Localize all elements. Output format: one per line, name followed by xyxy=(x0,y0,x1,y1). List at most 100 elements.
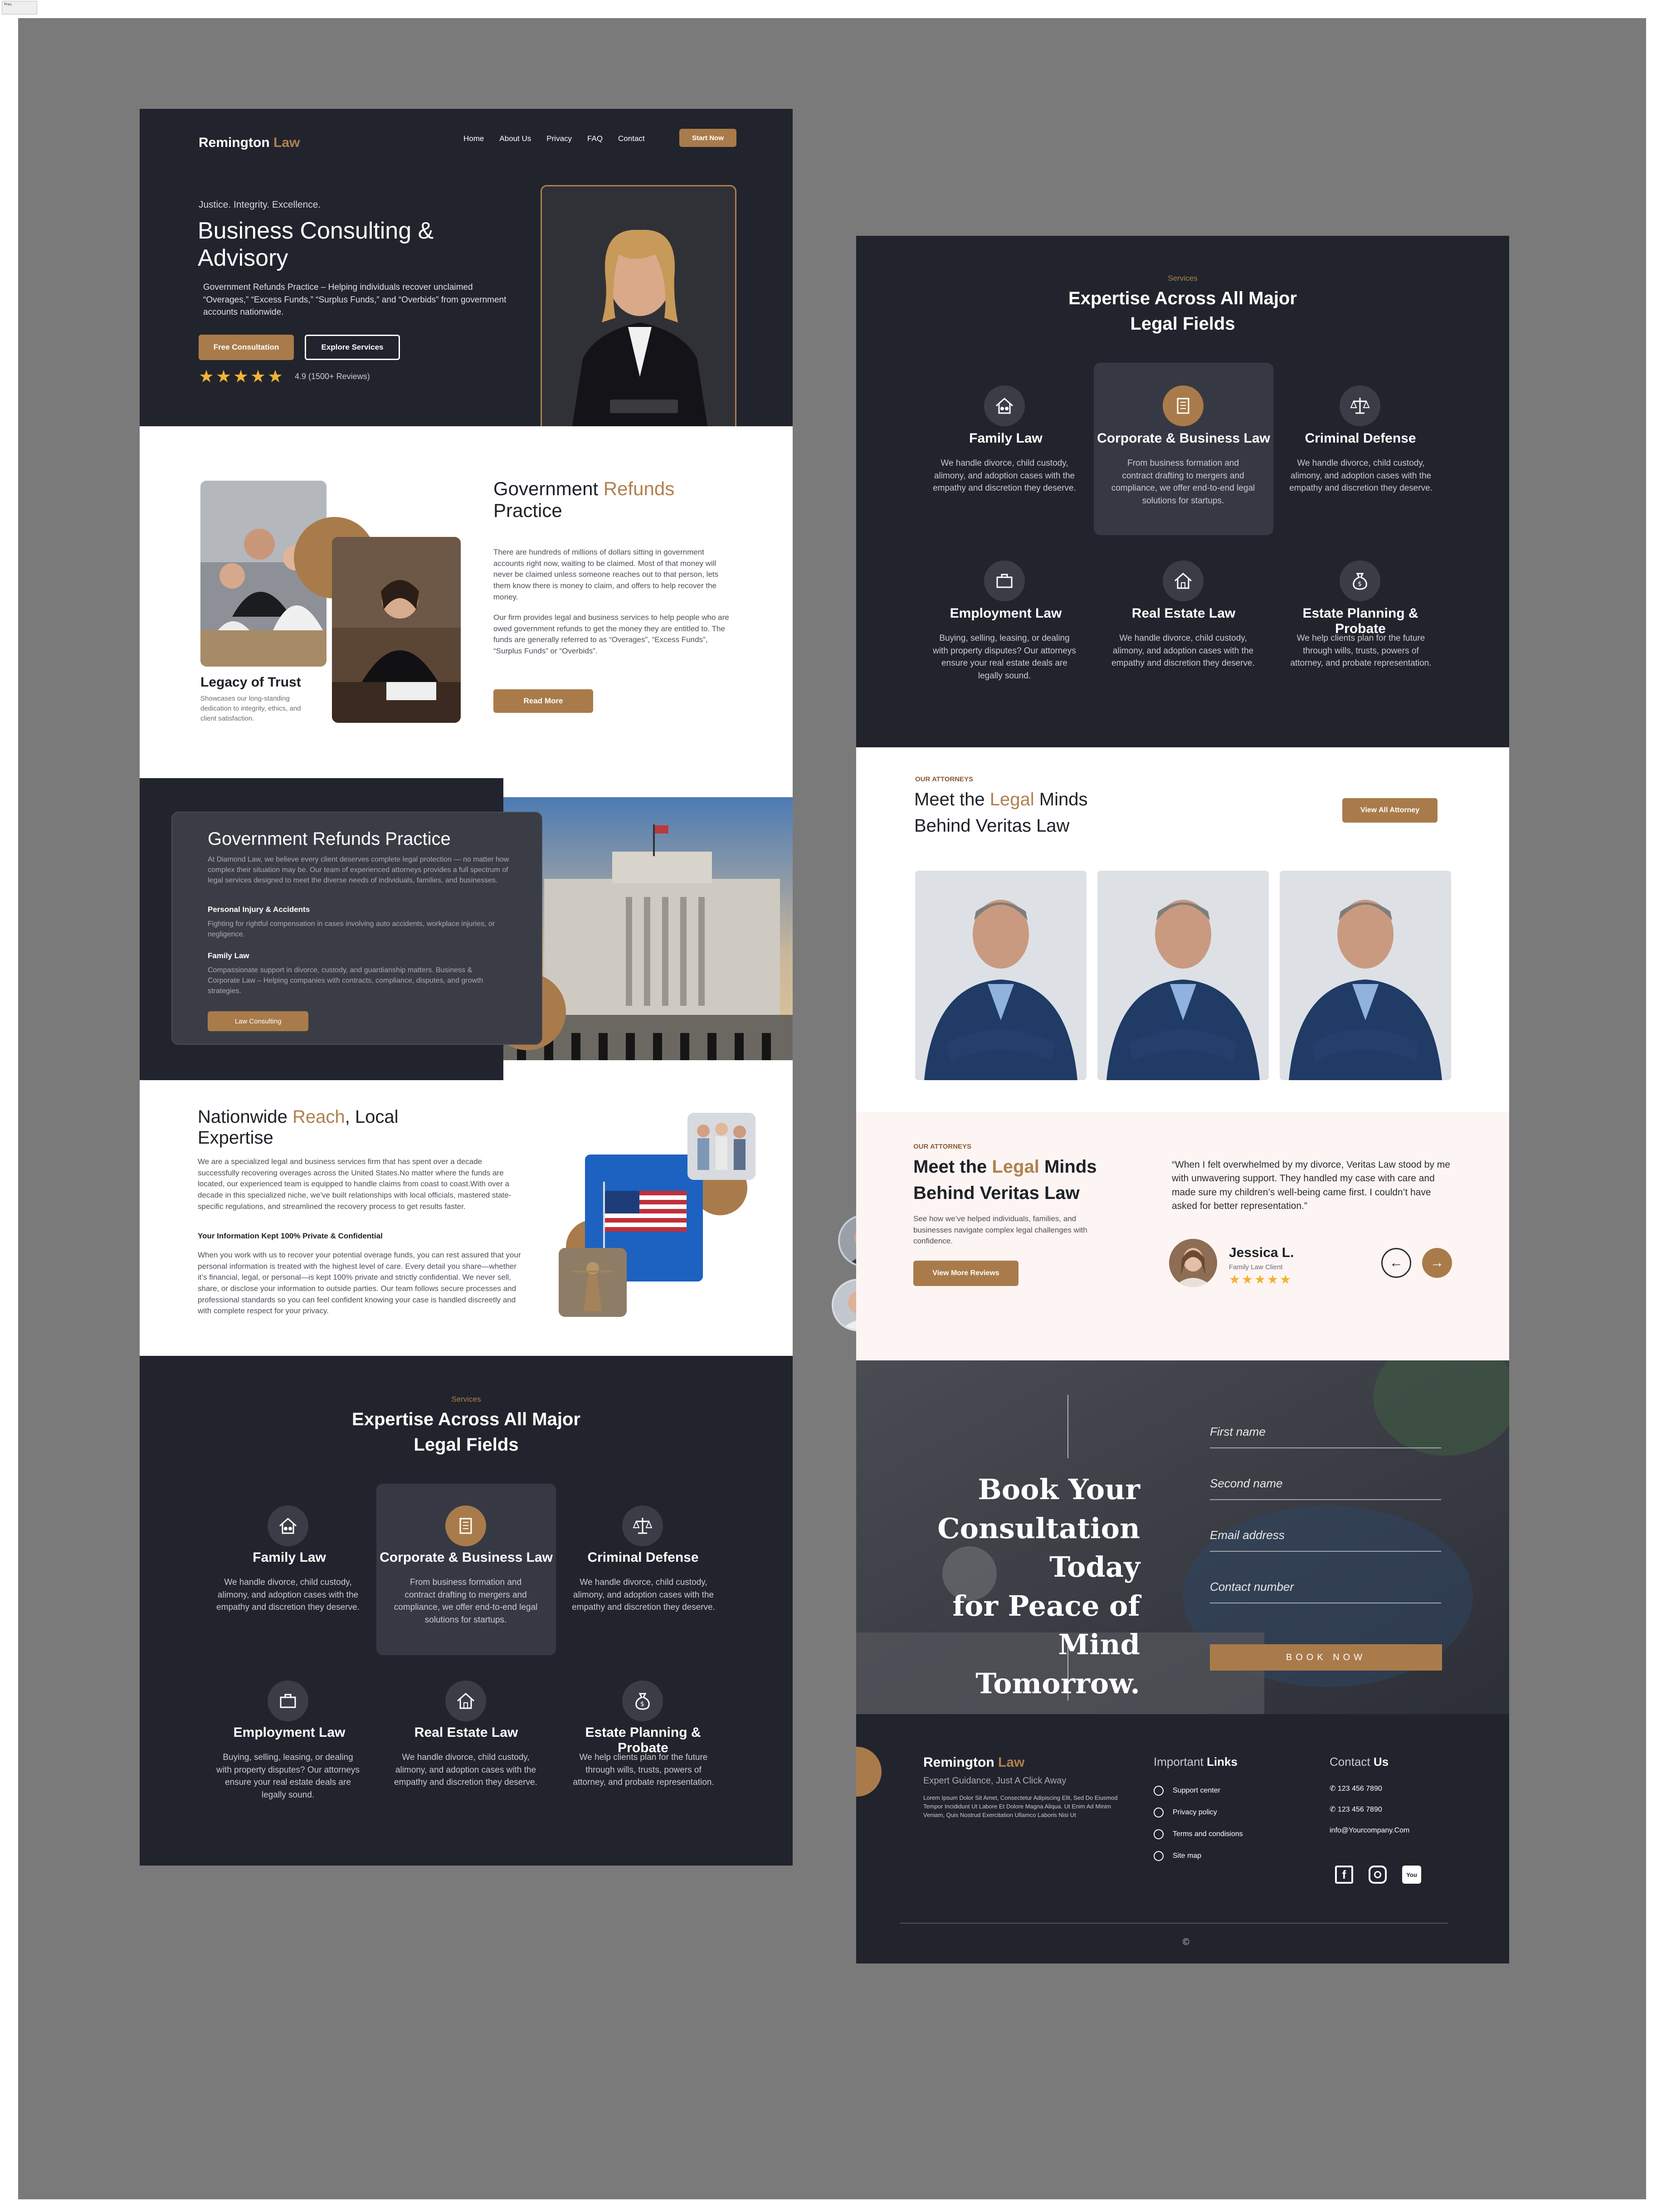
next-arrow-icon[interactable]: → xyxy=(1422,1248,1452,1278)
attorneys-title: Meet the Legal Minds Behind Veritas Law xyxy=(914,786,1087,839)
prev-arrow-icon[interactable]: ← xyxy=(1381,1248,1411,1278)
footer-email[interactable]: info@Yourcompany.Com xyxy=(1330,1827,1409,1835)
practice-title: Government Refunds Practice xyxy=(493,478,765,522)
view-all-attorney-button[interactable]: View All Attorney xyxy=(1342,798,1438,823)
read-more-button[interactable]: Read More xyxy=(493,689,593,713)
scales-icon xyxy=(1340,385,1380,426)
footer-links-title-bold: Links xyxy=(1207,1755,1238,1769)
refunds-card: Government Refunds Practice At Diamond L… xyxy=(171,812,542,1045)
view-more-reviews-button[interactable]: View More Reviews xyxy=(913,1261,1019,1286)
footer-links-title: Important Links xyxy=(1154,1755,1238,1769)
main-nav: Home About Us Privacy FAQ Contact xyxy=(463,134,645,143)
star-icon: ★ xyxy=(1280,1272,1291,1286)
check-circle-icon xyxy=(1154,1851,1164,1861)
family-house-icon xyxy=(984,385,1025,426)
booking-title-line: Consultation Today xyxy=(937,1511,1140,1584)
footer-logo-second: Law xyxy=(998,1755,1025,1770)
family-house-icon xyxy=(268,1506,308,1546)
youtube-icon[interactable]: You xyxy=(1402,1866,1421,1884)
legacy-text: Showcases our long-standing dedication t… xyxy=(200,695,301,722)
lady-justice-photo xyxy=(559,1248,627,1317)
service-title: Employment Law xyxy=(950,606,1062,621)
footer-link[interactable]: Site map xyxy=(1173,1852,1201,1860)
logo-first: Remington xyxy=(199,135,270,150)
footer-links-title-plain: Important xyxy=(1154,1755,1204,1769)
footer-link[interactable]: Support center xyxy=(1173,1787,1220,1795)
testimonials-title: Meet the Legal Minds Behind Veritas Law xyxy=(913,1154,1097,1206)
service-desc: We help clients plan for the future thro… xyxy=(573,1753,714,1788)
second-name-underline xyxy=(1210,1499,1441,1500)
practice-title-accent: Refunds xyxy=(603,478,675,499)
nav-faq[interactable]: FAQ xyxy=(587,134,603,143)
second-name-field[interactable]: Second name xyxy=(1210,1476,1282,1491)
footer-contact-title-plain: Contact xyxy=(1330,1755,1370,1769)
services-section-left: Services Expertise Across All Major Lega… xyxy=(140,1356,793,1866)
reviewer-role: Family Law Client xyxy=(1229,1263,1283,1271)
star-icon: ★ xyxy=(250,367,266,386)
service-desc: We help clients plan for the future thro… xyxy=(1290,633,1432,668)
free-consultation-button[interactable]: Free Consultation xyxy=(199,335,294,360)
nav-privacy[interactable]: Privacy xyxy=(546,134,572,143)
nav-about[interactable]: About Us xyxy=(499,134,531,143)
law-consulting-button[interactable]: Law Consulting xyxy=(208,1011,308,1031)
reach-subhead: Your Information Kept 100% Private & Con… xyxy=(198,1232,383,1240)
hero-title-line2: Advisory xyxy=(198,244,288,271)
hero-title: Business Consulting & Advisory xyxy=(198,218,515,272)
book-now-button[interactable]: BOOK NOW xyxy=(1210,1644,1442,1671)
lady-justice-illustration xyxy=(559,1248,627,1317)
service-title: Corporate & Business Law xyxy=(380,1550,553,1565)
service-title: Employment Law xyxy=(233,1725,346,1740)
nav-home[interactable]: Home xyxy=(463,134,484,143)
attorneys-eyebrow: OUR ATTORNEYS xyxy=(915,775,974,783)
service-title: Real Estate Law xyxy=(414,1725,518,1740)
attorney-photo[interactable] xyxy=(1280,871,1451,1080)
service-title: Family Law xyxy=(253,1550,326,1565)
reviewer-name: Jessica L. xyxy=(1229,1245,1294,1260)
footer-logo[interactable]: Remington Law xyxy=(923,1755,1024,1770)
attorney-photo[interactable] xyxy=(1097,871,1269,1080)
phone-row[interactable]: ✆ 123 456 7890 xyxy=(1330,1784,1382,1793)
hero-description: Government Refunds Practice – Helping in… xyxy=(203,283,507,317)
testimonials-title-rest: Minds xyxy=(1044,1157,1097,1177)
attorneys-section: OUR ATTORNEYS Meet the Legal Minds Behin… xyxy=(856,747,1509,1112)
attorney-photo[interactable] xyxy=(915,871,1087,1080)
logo[interactable]: Remington Law xyxy=(199,135,300,151)
contact-number-field[interactable]: Contact number xyxy=(1210,1580,1294,1594)
money-bag-icon: $ xyxy=(622,1681,663,1721)
testimonials-title-line2: Behind Veritas Law xyxy=(913,1183,1080,1203)
hero-attorney-photo xyxy=(541,185,736,426)
footer-contact-title-bold: Us xyxy=(1373,1755,1389,1769)
nav-contact[interactable]: Contact xyxy=(618,134,645,143)
footer-link[interactable]: Privacy policy xyxy=(1173,1808,1217,1817)
phone-icon: ✆ xyxy=(1330,1785,1336,1793)
start-now-button[interactable]: Start Now xyxy=(679,129,736,147)
instagram-icon[interactable] xyxy=(1369,1866,1387,1884)
lawyer-writing-photo xyxy=(332,537,461,723)
service-desc: From business formation and contract dra… xyxy=(1111,458,1255,506)
booking-title-line: Tomorrow. xyxy=(975,1666,1140,1700)
phone-row[interactable]: ✆ 123 456 7890 xyxy=(1330,1805,1382,1814)
star-icon: ★ xyxy=(268,367,283,386)
family-group-photo xyxy=(687,1113,755,1180)
phone-number: 123 456 7890 xyxy=(1337,1806,1382,1813)
building-icon xyxy=(445,1506,486,1546)
service-desc: We handle divorce, child custody, alimon… xyxy=(216,1578,360,1613)
facebook-icon[interactable]: f xyxy=(1335,1866,1353,1884)
email-field[interactable]: Email address xyxy=(1210,1528,1285,1542)
star-icon: ★ xyxy=(233,367,249,386)
services-title-line2: Legal Fields xyxy=(1130,314,1235,334)
explore-services-button[interactable]: Explore Services xyxy=(305,335,400,360)
hero-tagline: Justice. Integrity. Excellence. xyxy=(199,200,321,210)
attorneys-title-rest: Minds xyxy=(1039,789,1088,809)
reach-paragraph-1: We are a specialized legal and business … xyxy=(198,1157,512,1211)
first-name-field[interactable]: First name xyxy=(1210,1425,1266,1439)
building-icon xyxy=(1163,385,1204,426)
artboard-tag: Pres xyxy=(2,1,37,15)
refunds-card-heading-2: Family Law xyxy=(208,951,249,960)
services-eyebrow: Services xyxy=(451,1395,481,1403)
footer-link[interactable]: Terms and condisions xyxy=(1173,1830,1243,1838)
service-title: Family Law xyxy=(969,431,1043,446)
refunds-card-text-1: Fighting for rightful compensation in ca… xyxy=(208,920,495,939)
star-icon: ★ xyxy=(1242,1272,1253,1286)
service-desc: We handle divorce, child custody, alimon… xyxy=(933,458,1076,493)
